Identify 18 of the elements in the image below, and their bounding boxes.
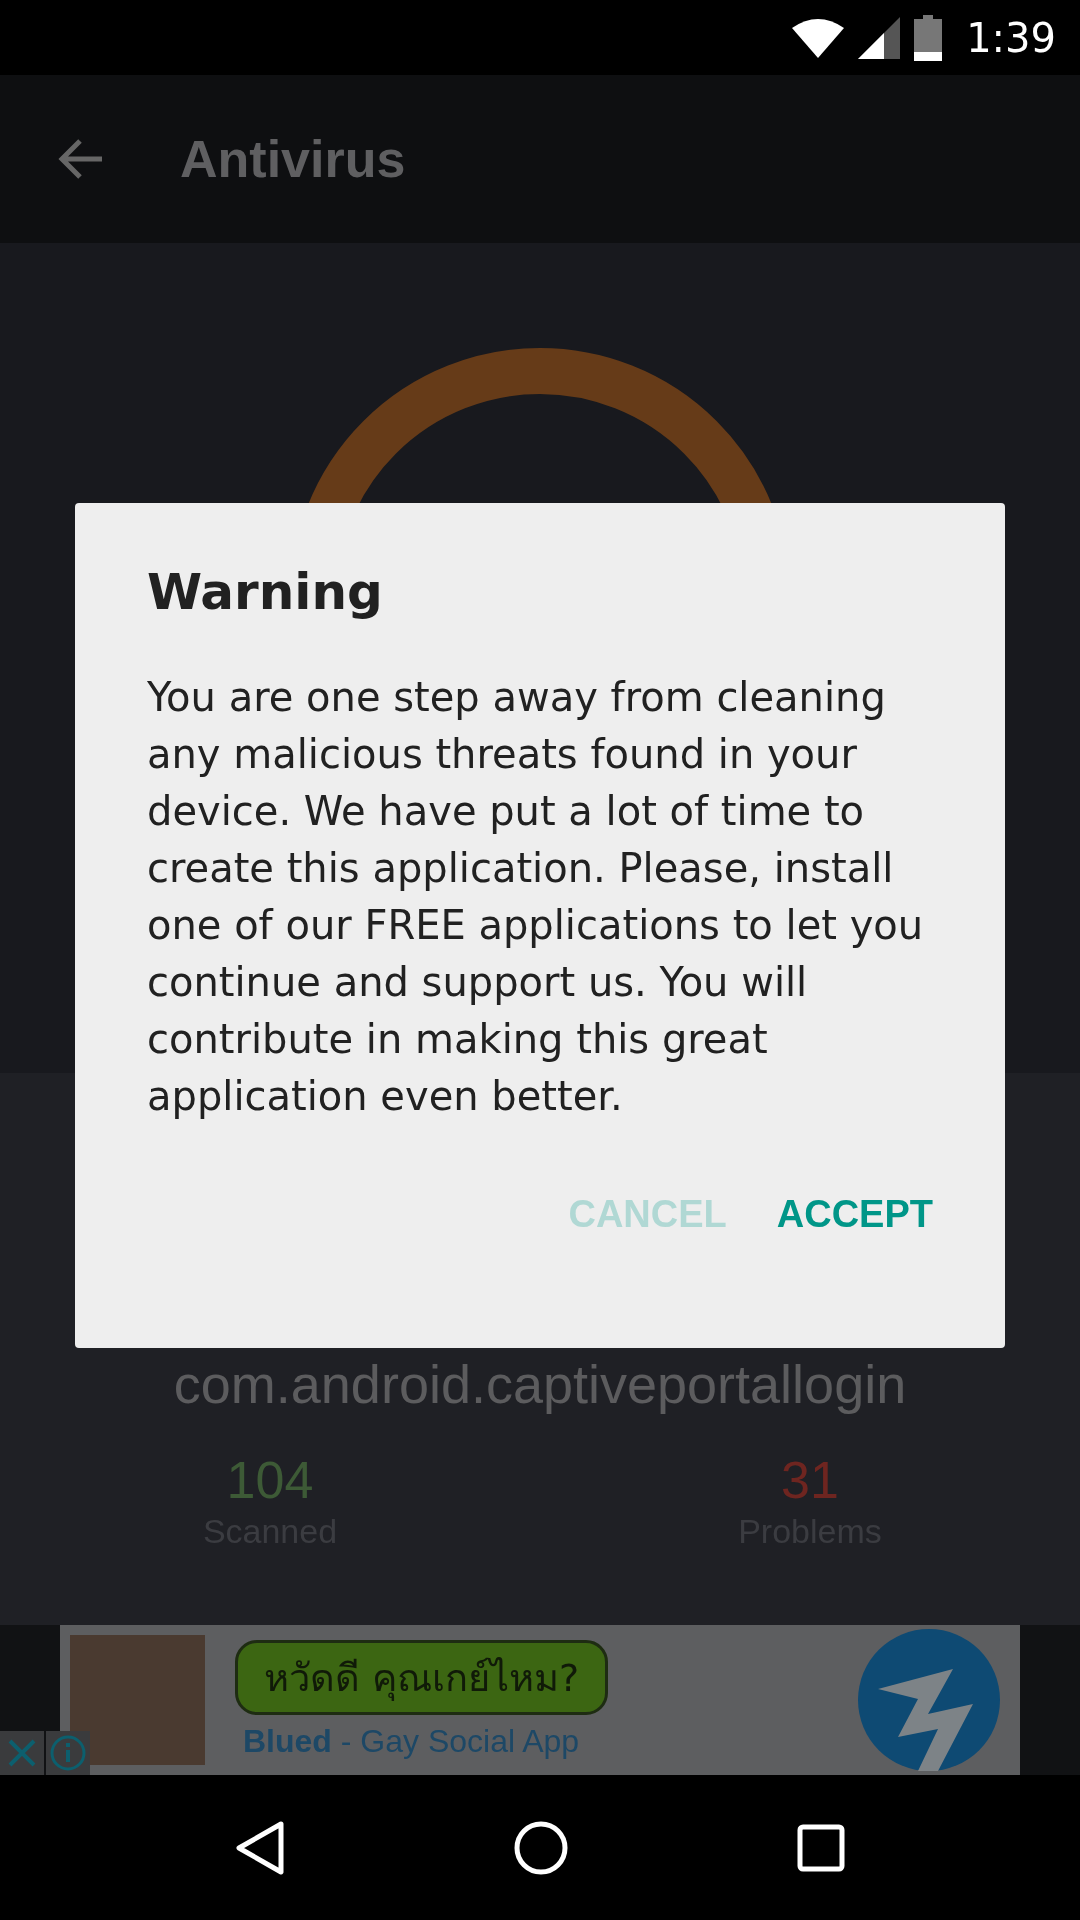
ad-banner[interactable]: หวัดดี คุณเกย์ไหม? Blued - Gay Social App [60,1625,1020,1775]
dialog-message: You are one step away from cleaning any malicious threats found in your device. We have put a lot of time to create this application. Please, install one of our FREE applications to let you continue and support us. You will contribute in making this great application even better. [147,673,925,1121]
recents-icon[interactable] [797,1823,846,1872]
battery-icon [914,14,943,61]
ad-tagline: Blued - Gay Social App [242,1723,581,1760]
dialog-title: Warning [147,563,384,621]
stat-value: 31 [781,1450,839,1510]
signal-icon [858,16,901,59]
package-name: com.android.captiveportallogin [173,1353,907,1415]
stat-value: 104 [226,1450,314,1510]
toolbar-title: Antivirus [180,129,406,189]
speech-bubble: หวัดดี คุณเกย์ไหม? [235,1640,609,1715]
clock-time: 1:39 [966,14,1056,61]
home-icon[interactable] [514,1820,568,1875]
lightning-logo-icon [858,1629,1000,1771]
accept-button[interactable]: ACCEPT [776,1185,933,1244]
back-icon[interactable] [234,1820,285,1875]
wifi-icon [792,17,845,58]
